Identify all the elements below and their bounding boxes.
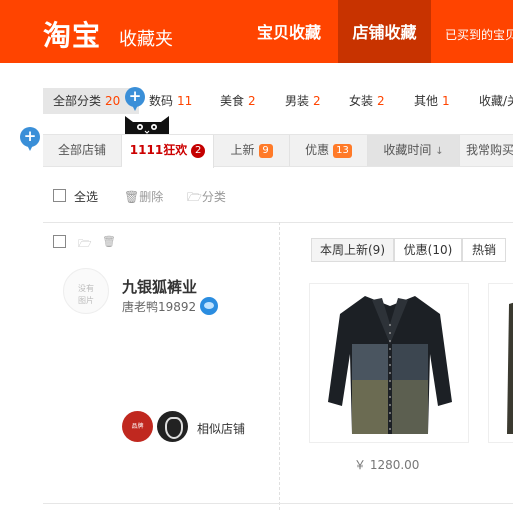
tab-discount[interactable]: 优惠 13 xyxy=(290,135,368,166)
favorites-title: 收藏夹 xyxy=(119,29,173,50)
shop-name[interactable]: 九银狐裤业 xyxy=(122,276,197,297)
folder-add-icon[interactable]: 🗁 xyxy=(78,235,92,254)
select-all-checkbox[interactable] xyxy=(53,189,66,202)
jacket-image xyxy=(328,296,452,434)
tab-weekly-new[interactable]: 本周上新(9) xyxy=(311,238,394,262)
nav-tab-item-favorites[interactable]: 宝贝收藏 xyxy=(240,0,338,63)
tab-sort-by-time[interactable]: 收藏时间 ↓ xyxy=(368,135,460,166)
tab-discount-count: 13 xyxy=(333,143,352,158)
product-image[interactable] xyxy=(488,283,513,443)
plus-pin-icon[interactable]: + xyxy=(20,127,40,151)
arrow-down-icon: ↓ xyxy=(435,146,444,157)
delete-button[interactable]: 🗑删除 xyxy=(124,188,163,205)
product-image-partial xyxy=(507,302,513,434)
category-other[interactable]: 其他 1 xyxy=(414,88,450,114)
nav-bought-items[interactable]: 已买到的宝贝 xyxy=(445,26,513,43)
tab-new-arrivals[interactable]: 上新 9 xyxy=(214,135,290,166)
plus-pin-icon[interactable]: + xyxy=(125,87,145,111)
category-all[interactable]: 全部分类 20 xyxy=(43,88,139,114)
similar-shop-avatar[interactable]: 品牌 xyxy=(122,411,153,442)
tab-frequent[interactable]: 我常购买 xyxy=(460,135,513,166)
nav-tab-shop-favorites[interactable]: 店铺收藏 xyxy=(338,0,431,63)
category-filter-row: 全部分类20 数码11 美食2 男装2 女装2 其他1 收藏/关 xyxy=(43,88,513,114)
shop-checkbox[interactable] xyxy=(53,235,66,248)
column-divider xyxy=(279,222,280,510)
divider xyxy=(43,503,513,504)
tab-shop-discount[interactable]: 优惠(10) xyxy=(394,238,462,262)
select-all-label[interactable]: 全选 xyxy=(74,188,98,205)
category-womenswear[interactable]: 女装 2 xyxy=(349,88,385,114)
category-menswear[interactable]: 男装 2 xyxy=(285,88,321,114)
product-price: ￥ 1280.00 xyxy=(354,458,420,472)
tab-all-shops[interactable]: 全部店铺 xyxy=(43,135,122,166)
wangwang-chat-icon[interactable] xyxy=(200,297,218,315)
tab-1111[interactable]: 1111狂欢 2 xyxy=(122,135,214,168)
similar-shops-link[interactable]: 相似店铺 xyxy=(197,420,245,437)
similar-shop-avatar[interactable] xyxy=(157,411,188,442)
tab-hot-sale[interactable]: 热销 xyxy=(462,238,506,262)
tab-new-count: 9 xyxy=(258,143,273,158)
divider xyxy=(43,222,513,223)
shop-filter-tabs: 全部店铺 1111狂欢 2 上新 9 优惠 13 收藏时间 ↓ 我常购买 xyxy=(43,134,513,168)
tmall-cat-icon xyxy=(125,116,169,134)
category-food[interactable]: 美食 2 xyxy=(220,88,256,114)
category-digital[interactable]: 数码 11 xyxy=(149,88,192,114)
taobao-logo[interactable]: 淘宝 xyxy=(43,14,101,54)
category-collapse[interactable]: 收藏/关 xyxy=(479,88,513,114)
folder-add-icon: 🗁 xyxy=(187,190,202,204)
trash-icon[interactable]: 🗑 xyxy=(102,235,116,248)
tab-1111-count: 2 xyxy=(191,143,206,158)
trash-icon: 🗑 xyxy=(124,190,140,204)
classify-button[interactable]: 🗁分类 xyxy=(187,188,226,209)
product-image[interactable] xyxy=(309,283,469,443)
shop-owner: 唐老鸭19892 xyxy=(122,300,197,314)
top-header: 淘宝 收藏夹 宝贝收藏 店铺收藏 已买到的宝贝 xyxy=(0,0,513,63)
shop-avatar[interactable]: 没有 图片 xyxy=(63,268,109,314)
